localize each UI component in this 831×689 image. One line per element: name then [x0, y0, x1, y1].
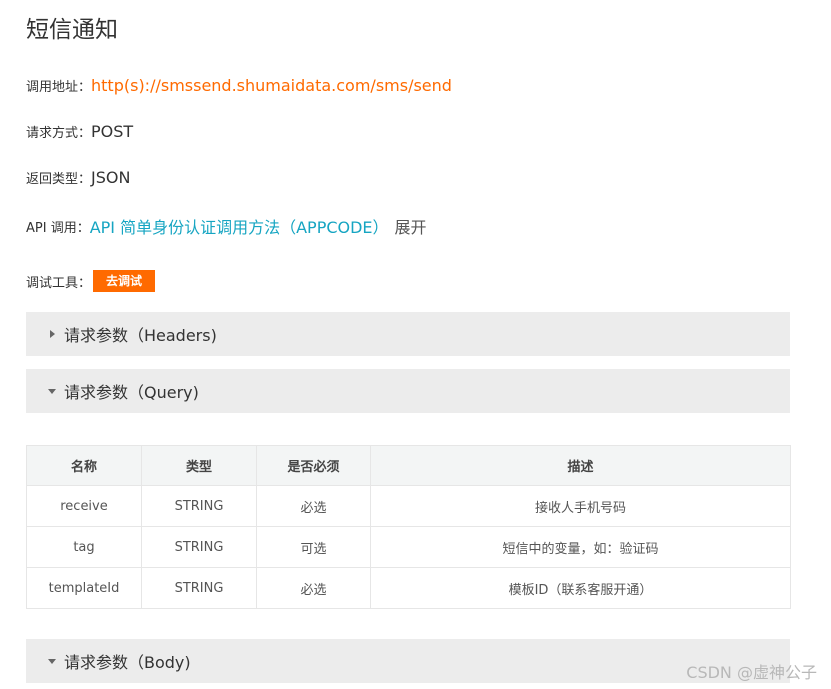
param-description: 模板ID（联系客服开通） [370, 567, 791, 609]
param-name: receive [26, 485, 142, 527]
table-row: receive STRING 必选 接收人手机号码 [26, 485, 791, 527]
column-header-type: 类型 [141, 445, 257, 486]
return-type-row: 返回类型： JSON [26, 168, 130, 187]
section-query-title: 请求参数（Query) [64, 383, 199, 402]
api-call-row: API 调用： API 简单身份认证调用方法（APPCODE） 展开 [26, 214, 427, 238]
param-type: STRING [141, 526, 257, 568]
column-header-description: 描述 [370, 445, 791, 486]
call-address-value: http(s)://smssend.shumaidata.com/sms/sen… [91, 76, 452, 95]
return-type-label: 返回类型： [26, 172, 92, 187]
param-name: templateId [26, 567, 142, 609]
param-required: 可选 [256, 526, 371, 568]
return-type-value: JSON [91, 168, 131, 187]
param-type: STRING [141, 567, 257, 609]
table-row: templateId STRING 必选 模板ID（联系客服开通） [26, 567, 791, 609]
section-body[interactable]: 请求参数（Body) [26, 639, 790, 683]
page-title: 短信通知 [26, 17, 118, 43]
expand-link[interactable]: 展开 [395, 214, 427, 238]
section-headers[interactable]: 请求参数（Headers) [26, 312, 790, 356]
param-required: 必选 [256, 567, 371, 609]
param-type: STRING [141, 485, 257, 527]
caret-right-icon [46, 330, 58, 338]
request-method-value: POST [91, 122, 134, 141]
section-headers-title: 请求参数（Headers) [64, 326, 217, 345]
call-address-label: 调用地址： [26, 80, 92, 95]
section-body-title: 请求参数（Body) [64, 653, 191, 672]
request-method-row: 请求方式： POST [26, 122, 133, 141]
param-name: tag [26, 526, 142, 568]
query-params-table: 名称 类型 是否必须 描述 receive STRING 必选 接收人手机号码 … [26, 445, 791, 609]
param-description: 接收人手机号码 [370, 485, 791, 527]
column-header-name: 名称 [26, 445, 142, 486]
caret-down-icon [46, 658, 58, 664]
debug-tool-row: 调试工具： 去调试 [26, 270, 156, 292]
debug-button[interactable]: 去调试 [93, 270, 156, 292]
param-description: 短信中的变量，如：验证码 [370, 526, 791, 568]
debug-tool-label: 调试工具： [26, 275, 92, 291]
watermark: CSDN @虚神公子 [686, 663, 817, 682]
api-auth-link[interactable]: API 简单身份认证调用方法（APPCODE） [90, 214, 389, 238]
table-header-row: 名称 类型 是否必须 描述 [26, 445, 791, 486]
table-row: tag STRING 可选 短信中的变量，如：验证码 [26, 526, 791, 568]
param-required: 必选 [256, 485, 371, 527]
api-call-label: API 调用： [26, 220, 90, 236]
section-query[interactable]: 请求参数（Query) [26, 369, 790, 413]
request-method-label: 请求方式： [26, 126, 92, 141]
caret-down-icon [46, 388, 58, 394]
column-header-required: 是否必须 [256, 445, 371, 486]
call-address-row: 调用地址： http(s)://smssend.shumaidata.com/s… [26, 76, 452, 95]
